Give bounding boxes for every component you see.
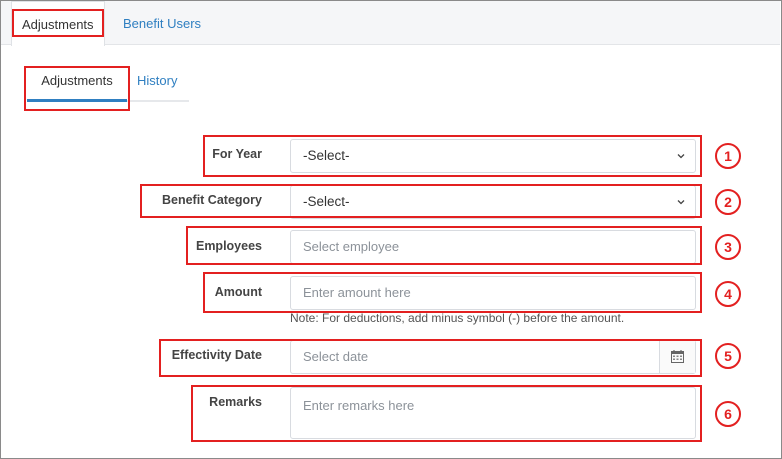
tab-benefit-users[interactable]: Benefit Users [113,1,211,45]
employees-input[interactable]: Select employee [290,230,696,264]
for-year-label: For Year [212,147,262,161]
subtab-history[interactable]: History [127,62,189,102]
benefit-category-label: Benefit Category [161,193,262,207]
chevron-down-icon [677,154,685,159]
amount-placeholder: Enter amount here [303,285,411,300]
employees-placeholder: Select employee [303,239,400,254]
annotation-badge-3: 3 [715,234,741,260]
annotation-badge-5: 5 [715,343,741,369]
calendar-button[interactable] [659,341,695,373]
amount-input[interactable]: Enter amount here [290,276,696,310]
subtab-adjustments[interactable]: Adjustments [27,62,127,102]
annotation-badge-6: 6 [715,401,741,427]
top-tab-bar: Adjustments Benefit Users [1,1,780,46]
calendar-icon [671,350,684,363]
for-year-select[interactable]: -Select- [290,139,696,173]
annotation-badge-2: 2 [715,189,741,215]
effectivity-date-label: Effectivity Date [171,348,262,362]
amount-label: Amount [214,285,262,299]
tab-adjustments[interactable]: Adjustments [11,1,105,46]
benefit-category-select[interactable]: -Select- [290,185,696,219]
annotation-badge-1: 1 [715,143,741,169]
annotation-badge-4: 4 [715,281,741,307]
for-year-value: -Select- [303,148,350,163]
effectivity-date-placeholder: Select date [303,349,369,364]
chevron-down-icon [677,200,685,205]
remarks-label: Remarks [209,395,262,409]
benefit-category-value: -Select- [303,194,350,209]
employees-label: Employees [195,239,262,253]
effectivity-date-input[interactable]: Select date [290,340,696,374]
remarks-textarea[interactable] [290,387,696,439]
amount-note: Note: For deductions, add minus symbol (… [290,311,625,325]
